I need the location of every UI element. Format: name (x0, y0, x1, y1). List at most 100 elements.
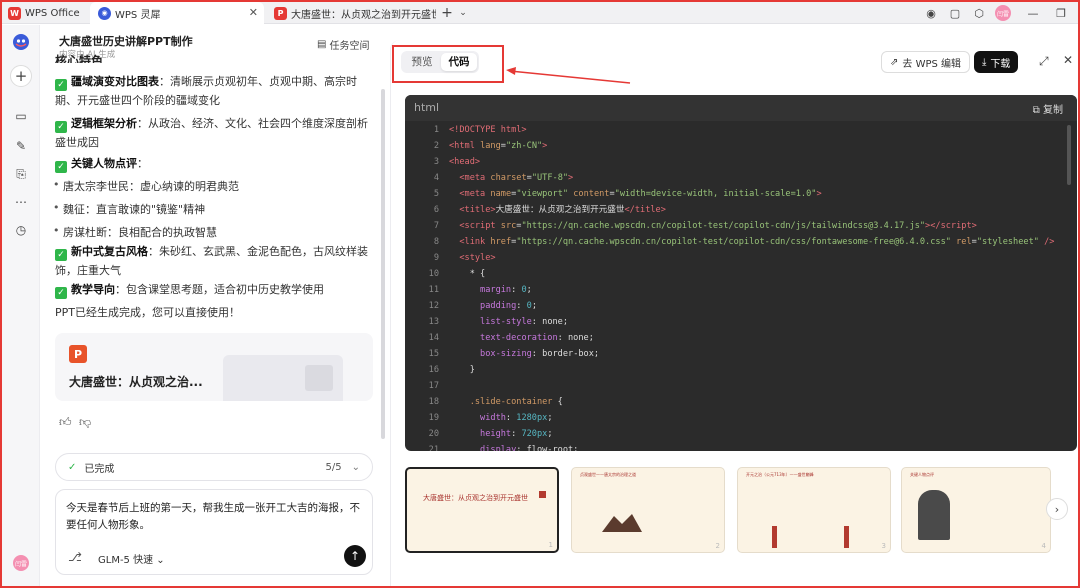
slide-thumbnail[interactable]: 贞观盛世——唐太宗的治理之道 2 (571, 467, 725, 553)
task-status-bar[interactable]: ✓ 已完成 5/5 ⌄ (55, 453, 373, 481)
workspace-button[interactable]: ▤ 任务空间 (317, 37, 369, 52)
line-number: 15 (428, 349, 439, 359)
code-line: 5 <meta name="viewport" content="width=d… (405, 186, 1077, 202)
external-link-icon: ⇗ (890, 56, 899, 68)
code-line: 17 (405, 378, 1077, 394)
code-line: 20 height: 720px; (405, 426, 1077, 442)
code-text: width: 1280px; (480, 413, 553, 423)
status-label: 已完成 (84, 463, 115, 475)
workspace-icon: ▤ (317, 39, 327, 50)
tab-ppt-doc[interactable]: P 大唐盛世：从贞观之治到开元盛世 (270, 2, 436, 24)
tab-bar: W WPS Office ◉ WPS 灵犀 ✕ P 大唐盛世：从贞观之治到开元盛… (2, 2, 1078, 24)
slide-thumbnail[interactable]: 大唐盛世：从贞观之治到开元盛世 1 (405, 467, 559, 553)
line-number: 19 (428, 413, 439, 423)
code-text: <html lang="zh-CN"> (449, 141, 548, 151)
copy-button[interactable]: ⧉ 复制 (1033, 101, 1063, 116)
code-line: 18 .slide-container { (405, 394, 1077, 410)
code-text: box-sizing: border-box; (480, 349, 600, 359)
new-tab-icon[interactable]: + (440, 5, 454, 21)
history-icon[interactable]: ◷ (12, 221, 30, 239)
code-line: 12 padding: 0; (405, 298, 1077, 314)
thumbs-up-icon[interactable]: 👍︎ (59, 415, 72, 430)
check-icon: ✓ (55, 249, 67, 262)
code-text: <script src="https://qn.cache.wpscdn.cn/… (459, 221, 977, 231)
slide-page-number: 1 (548, 541, 553, 549)
slide-page-number: 4 (1041, 542, 1046, 550)
lingxi-home-icon[interactable] (12, 33, 30, 51)
code-line: 15 box-sizing: border-box; (405, 346, 1077, 362)
list-item: 魏征：直言敢谏的"镜鉴"精神 (53, 201, 205, 217)
code-text: .slide-container { (469, 397, 563, 407)
model-selector[interactable]: GLM-5 快速 ⌄ (98, 551, 165, 566)
section-heading-cut: 核心特色 (55, 54, 104, 63)
chat-icon[interactable]: ▭ (12, 107, 30, 125)
code-text: } (449, 365, 475, 375)
feature-item: ✓ 教学导向：包含课堂思考题，适合初中历史教学使用 (55, 281, 370, 300)
close-icon[interactable]: ✕ (1063, 53, 1073, 67)
slide-page-number: 3 (881, 542, 886, 550)
code-line: 13 list-style: none; (405, 314, 1077, 330)
code-line: 19 width: 1280px; (405, 410, 1077, 426)
next-slides-button[interactable]: › (1046, 498, 1068, 520)
user-avatar[interactable]: 闫雷 (13, 555, 29, 571)
attachment-icon[interactable]: ⎇ (68, 550, 82, 564)
thumbs-down-icon[interactable]: 👎︎ (79, 415, 91, 430)
window-layout-icon[interactable]: ▢ (948, 6, 962, 20)
slide-thumbnail[interactable]: 开元之治（公元713年）——盛世巅峰 3 (737, 467, 891, 553)
line-number: 2 (433, 141, 439, 151)
code-line: 9 <style> (405, 250, 1077, 266)
code-viewer[interactable]: html ⧉ 复制 1 <!DOCTYPE html> 2 <html lang="z… (405, 95, 1077, 451)
code-language: html (414, 101, 440, 114)
bookmark-icon[interactable]: ⎘ (12, 165, 30, 183)
line-number: 5 (433, 189, 439, 199)
check-icon: ✓ (55, 287, 67, 300)
input-text[interactable]: 今天是春节后上班的第一天，帮我生成一张开工大吉的海报，不要任何人物形象。 (66, 500, 366, 534)
ppt-card-title: 大唐盛世：从贞观之治... (69, 375, 203, 389)
line-number: 8 (433, 237, 439, 247)
tab-wps-lingxi[interactable]: ◉ WPS 灵犀 ✕ (90, 2, 264, 24)
new-chat-icon[interactable]: + (10, 65, 32, 87)
cube-icon[interactable]: ⬡ (972, 6, 986, 20)
ppt-result-card[interactable]: P 大唐盛世：从贞观之治... (55, 333, 373, 401)
code-text: display: flow-root; (480, 445, 579, 451)
annotation-arrow (506, 67, 631, 84)
line-number: 9 (433, 253, 439, 263)
check-icon: ✓ (55, 161, 67, 174)
chat-scrollbar[interactable] (381, 89, 385, 439)
code-line: 1 <!DOCTYPE html> (405, 122, 1077, 138)
code-scrollbar[interactable] (1067, 125, 1071, 185)
line-number: 13 (428, 317, 439, 327)
restore-icon[interactable]: ❐ (1054, 6, 1068, 20)
code-text: list-style: none; (480, 317, 569, 327)
pen-icon[interactable]: ✎ (12, 137, 30, 155)
slide-seal (539, 491, 546, 498)
lingxi-app-icon[interactable]: ◉ (924, 6, 938, 20)
code-line: 16 } (405, 362, 1077, 378)
wps-logo-icon: W (8, 6, 21, 20)
close-icon[interactable]: ✕ (249, 6, 258, 19)
list-item: 房谋杜断：良相配合的执政智慧 (53, 224, 217, 240)
slide-bar-graphic (844, 526, 849, 548)
check-icon: ✓ (68, 461, 77, 473)
slide-thumbnail[interactable]: 关键人物点评 4 (901, 467, 1051, 553)
card-preview-decoration (305, 365, 333, 391)
code-line: 6 <title>大唐盛世：从贞观之治到开元盛世</title> (405, 202, 1077, 218)
more-icon[interactable]: ⋯ (12, 193, 30, 211)
slide-page-number: 2 (715, 542, 720, 550)
chat-input[interactable]: 今天是春节后上班的第一天，帮我生成一张开工大吉的海报，不要任何人物形象。 ⎇ G… (55, 489, 373, 575)
feature-item: ✓ 关键人物点评： (55, 155, 370, 174)
avatar[interactable]: 闫雷 (995, 5, 1011, 21)
wps-edit-button[interactable]: ⇗ 去 WPS 编辑 (881, 51, 971, 73)
line-number: 20 (428, 429, 439, 439)
slide-title: 大唐盛世：从贞观之治到开元盛世 (423, 494, 528, 502)
send-button[interactable]: ↑ (344, 545, 366, 567)
code-line: 8 <link href="https://qn.cache.wpscdn.cn… (405, 234, 1077, 250)
minimize-icon[interactable]: — (1026, 6, 1040, 20)
expand-icon[interactable]: ⤢ (1039, 54, 1049, 69)
download-button[interactable]: ⤓ 下载 (974, 51, 1019, 73)
line-number: 16 (428, 365, 439, 375)
tab-wps-office[interactable]: W WPS Office (8, 2, 88, 24)
chevron-down-icon[interactable]: ⌄ (456, 6, 470, 20)
code-line: 2 <html lang="zh-CN"> (405, 138, 1077, 154)
line-number: 12 (428, 301, 439, 311)
